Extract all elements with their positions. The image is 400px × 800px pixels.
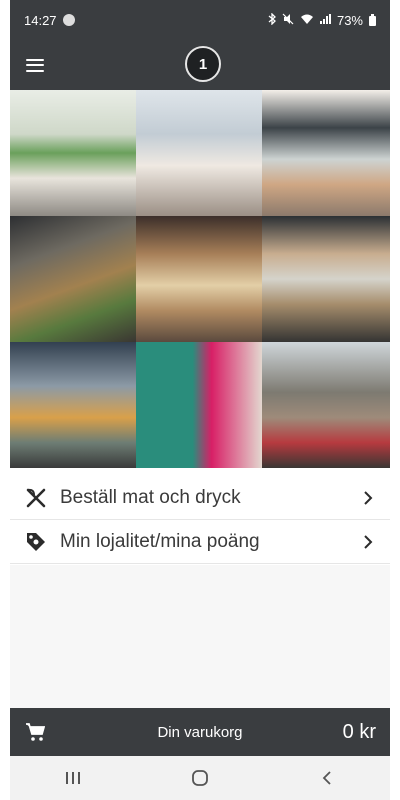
- photo-tile: [262, 342, 390, 468]
- recent-apps-icon: [66, 772, 81, 784]
- cutlery-icon: [24, 486, 48, 510]
- bluetooth-icon: [268, 11, 276, 26]
- home-icon: [192, 770, 208, 786]
- cart-icon: [24, 721, 46, 743]
- clock: 14:27: [24, 12, 57, 28]
- status-bar: 14:27 73%: [10, 0, 390, 40]
- chevron-right-icon: [360, 490, 376, 506]
- spotify-icon: [62, 14, 75, 26]
- home-button[interactable]: [170, 758, 230, 798]
- main-menu: Beställ mat och dryck Min lojalitet/mina…: [10, 476, 390, 564]
- brand-logo: 1: [185, 46, 221, 82]
- menu-button[interactable]: [10, 40, 60, 90]
- photo-tile: [10, 90, 136, 216]
- back-icon: [322, 771, 331, 785]
- cart-total: 0 kr: [342, 720, 376, 743]
- menu-item-order[interactable]: Beställ mat och dryck: [10, 476, 390, 520]
- recent-apps-button[interactable]: [43, 758, 103, 798]
- wifi-icon: [300, 14, 313, 24]
- battery-percent: 73%: [336, 12, 363, 28]
- photo-grid: [10, 90, 390, 468]
- app-bar: 1: [10, 40, 390, 90]
- empty-content-area: [10, 565, 390, 708]
- mute-icon: [282, 13, 294, 24]
- menu-item-label: Min lojalitet/mina poäng: [60, 530, 260, 552]
- menu-item-label: Beställ mat och dryck: [60, 486, 241, 508]
- photo-tile: [136, 90, 262, 216]
- system-nav-bar: [10, 756, 390, 800]
- menu-item-loyalty[interactable]: Min lojalitet/mina poäng: [10, 520, 390, 564]
- signal-icon: [319, 13, 331, 24]
- cart-bar[interactable]: Din varukorg 0 kr: [10, 708, 390, 756]
- photo-tile: [136, 342, 262, 468]
- photo-tile: [136, 216, 262, 342]
- chevron-right-icon: [360, 534, 376, 550]
- cart-label: Din varukorg: [157, 723, 243, 741]
- photo-tile: [262, 90, 390, 216]
- photo-tile: [262, 216, 390, 342]
- photo-tile: [10, 216, 136, 342]
- hamburger-icon: [26, 58, 44, 72]
- logo-number: 1: [198, 55, 208, 73]
- battery-icon: [369, 14, 376, 26]
- back-button[interactable]: [297, 758, 357, 798]
- photo-tile: [10, 342, 136, 468]
- system-icons: [267, 11, 331, 28]
- tag-icon: [24, 530, 48, 554]
